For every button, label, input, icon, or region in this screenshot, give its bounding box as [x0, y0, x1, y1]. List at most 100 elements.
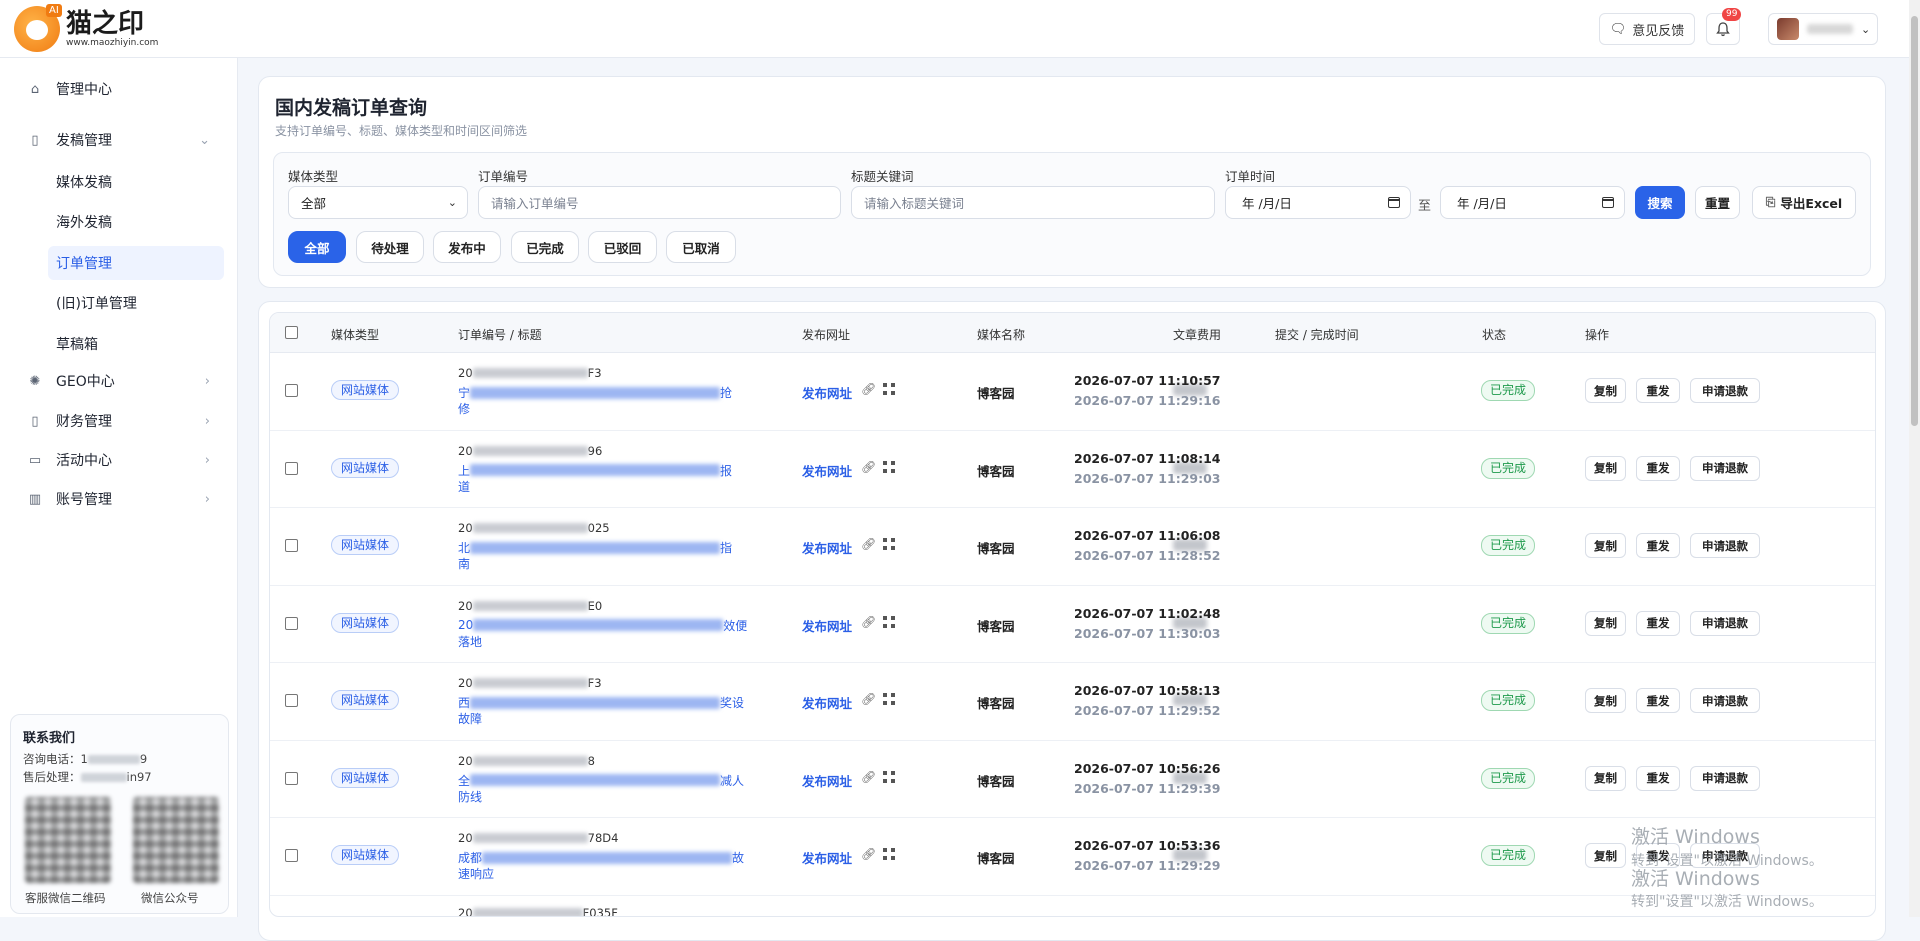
link-icon[interactable]: 🔗︎ [861, 847, 876, 861]
sidebar-item-account[interactable]: ▥ 账号管理 › [28, 484, 218, 514]
start-date-input[interactable]: 年 /月/日 [1225, 186, 1411, 219]
sidebar-item-finance[interactable]: ▯ 财务管理 › [28, 406, 218, 436]
link-icon[interactable]: 🔗︎ [861, 770, 876, 784]
link-icon[interactable]: 🔗︎ [861, 382, 876, 396]
message-icon: 🗨 [1609, 21, 1627, 37]
row-checkbox[interactable] [285, 849, 298, 862]
status-tab-cancelled[interactable]: 已取消 [666, 231, 736, 263]
qr-code-icon[interactable] [883, 770, 895, 783]
qr-code-icon[interactable] [883, 693, 895, 705]
link-icon[interactable]: 🔗︎ [861, 460, 876, 474]
status-tab-pending[interactable]: 待处理 [356, 231, 424, 263]
status-tab-completed[interactable]: 已完成 [511, 231, 579, 263]
order-title-link[interactable]: 宁 抢 [458, 384, 732, 401]
order-title-link[interactable]: 西 奖设 [458, 694, 744, 711]
status-tab-publishing[interactable]: 发布中 [433, 231, 501, 263]
order-title-link-line2[interactable]: 南 [458, 555, 470, 572]
copy-button[interactable]: 复制 [1585, 378, 1626, 403]
scrollbar[interactable] [1909, 0, 1920, 917]
copy-button[interactable]: 复制 [1585, 843, 1626, 868]
refund-button[interactable]: 申请退款 [1690, 610, 1760, 636]
publish-url-link[interactable]: 发布网址 [802, 461, 852, 480]
scrollbar-thumb[interactable] [1911, 16, 1918, 426]
row-checkbox[interactable] [285, 461, 298, 475]
order-title-link-line2[interactable]: 道 [458, 478, 470, 495]
copy-button[interactable]: 复制 [1585, 455, 1626, 481]
media-name: 博客园 [977, 463, 1015, 479]
select-all-checkbox[interactable] [285, 326, 298, 339]
end-date-input[interactable]: 年 /月/日 [1440, 186, 1625, 219]
publish-url-link[interactable]: 发布网址 [802, 616, 852, 635]
refund-button[interactable]: 申请退款 [1690, 688, 1760, 713]
row-checkbox[interactable] [285, 539, 298, 552]
refund-button[interactable]: 申请退款 [1690, 378, 1760, 403]
resend-button[interactable]: 重发 [1636, 533, 1680, 558]
search-button[interactable]: 搜索 [1635, 186, 1685, 219]
order-title-link-line2[interactable]: 速响应 [458, 865, 494, 882]
order-title-link[interactable]: 全 减人 [458, 772, 744, 789]
order-title-link[interactable]: 20 效便 [458, 617, 747, 634]
publish-url-link[interactable]: 发布网址 [802, 848, 852, 867]
copy-button[interactable]: 复制 [1585, 610, 1626, 636]
row-checkbox[interactable] [285, 694, 298, 707]
publish-url-link[interactable]: 发布网址 [802, 538, 852, 557]
resend-button[interactable]: 重发 [1636, 688, 1680, 713]
qr-code-icon[interactable] [883, 460, 895, 473]
sidebar-sub-overseas[interactable]: 海外发稿 [48, 205, 224, 239]
sidebar-item-activity[interactable]: ▭ 活动中心 › [28, 445, 218, 475]
order-number: 20 8 [458, 753, 595, 768]
chevron-right-icon: › [204, 373, 210, 389]
copy-button[interactable]: 复制 [1585, 533, 1626, 558]
publish-url-link[interactable]: 发布网址 [802, 693, 852, 712]
status-tab-rejected[interactable]: 已驳回 [588, 231, 657, 263]
resend-button[interactable]: 重发 [1636, 610, 1680, 636]
resend-button[interactable]: 重发 [1636, 378, 1680, 403]
order-title-link[interactable]: 上 报 [458, 462, 732, 479]
sidebar-sub-orders[interactable]: 订单管理 [48, 246, 224, 280]
logo[interactable]: AI 猫之印 www.maozhiyin.com [14, 4, 158, 54]
reset-button[interactable]: 重置 [1695, 186, 1740, 219]
contact-phone: 咨询电话： 1 9 [23, 752, 148, 766]
refund-button[interactable]: 申请退款 [1690, 455, 1760, 481]
status-tab-all[interactable]: 全部 [288, 231, 346, 263]
link-icon[interactable]: 🔗︎ [861, 537, 876, 551]
export-excel-button[interactable]: ⎘ 导出Excel [1752, 186, 1856, 219]
row-checkbox[interactable] [285, 771, 298, 785]
row-checkbox[interactable] [285, 616, 298, 630]
publish-url-link[interactable]: 发布网址 [802, 383, 852, 402]
sidebar-sub-drafts[interactable]: 草稿箱 [48, 327, 224, 361]
order-no-input[interactable]: 请输入订单编号 [478, 186, 841, 219]
sidebar-sub-old-orders[interactable]: (旧)订单管理 [48, 286, 224, 320]
avatar [1777, 18, 1799, 40]
order-title-link[interactable]: 成都 故 [458, 849, 744, 866]
resend-button[interactable]: 重发 [1636, 765, 1680, 791]
sidebar-sub-media[interactable]: 媒体发稿 [48, 165, 224, 199]
complete-time: 2026-07-07 11:29:29 [1074, 858, 1221, 873]
copy-button[interactable]: 复制 [1585, 765, 1626, 791]
order-title-link-line2[interactable]: 故障 [458, 710, 482, 727]
qr-code-icon[interactable] [883, 538, 895, 550]
order-title-link-line2[interactable]: 落地 [458, 633, 482, 650]
sidebar-item-dashboard[interactable]: ⌂ 管理中心 [28, 74, 218, 104]
media-type-select[interactable]: 全部 ⌄ [288, 186, 468, 219]
qr-code-icon[interactable] [883, 615, 895, 628]
qr-code-icon[interactable] [883, 848, 895, 860]
resend-button[interactable]: 重发 [1636, 455, 1680, 481]
keyword-input[interactable]: 请输入标题关键词 [851, 186, 1215, 219]
feedback-button[interactable]: 🗨 意见反馈 [1599, 13, 1695, 45]
link-icon[interactable]: 🔗︎ [861, 615, 876, 629]
order-title-link[interactable]: 北 指 [458, 539, 732, 556]
complete-time: 2026-07-07 11:29:03 [1074, 470, 1221, 486]
row-checkbox[interactable] [285, 384, 298, 397]
sidebar-item-geo[interactable]: ✺ GEO中心 › [28, 366, 218, 396]
order-title-link-line2[interactable]: 防线 [458, 788, 482, 805]
publish-url-link[interactable]: 发布网址 [802, 771, 852, 790]
link-icon[interactable]: 🔗︎ [861, 692, 876, 706]
order-title-link-line2[interactable]: 修 [458, 400, 470, 417]
refund-button[interactable]: 申请退款 [1690, 765, 1760, 791]
refund-button[interactable]: 申请退款 [1690, 533, 1760, 558]
qr-code-icon[interactable] [883, 383, 895, 395]
sidebar-item-publishing[interactable]: ▯ 发稿管理 ⌄ [28, 125, 218, 155]
user-menu[interactable]: ⌄ [1768, 13, 1878, 45]
copy-button[interactable]: 复制 [1585, 688, 1626, 713]
